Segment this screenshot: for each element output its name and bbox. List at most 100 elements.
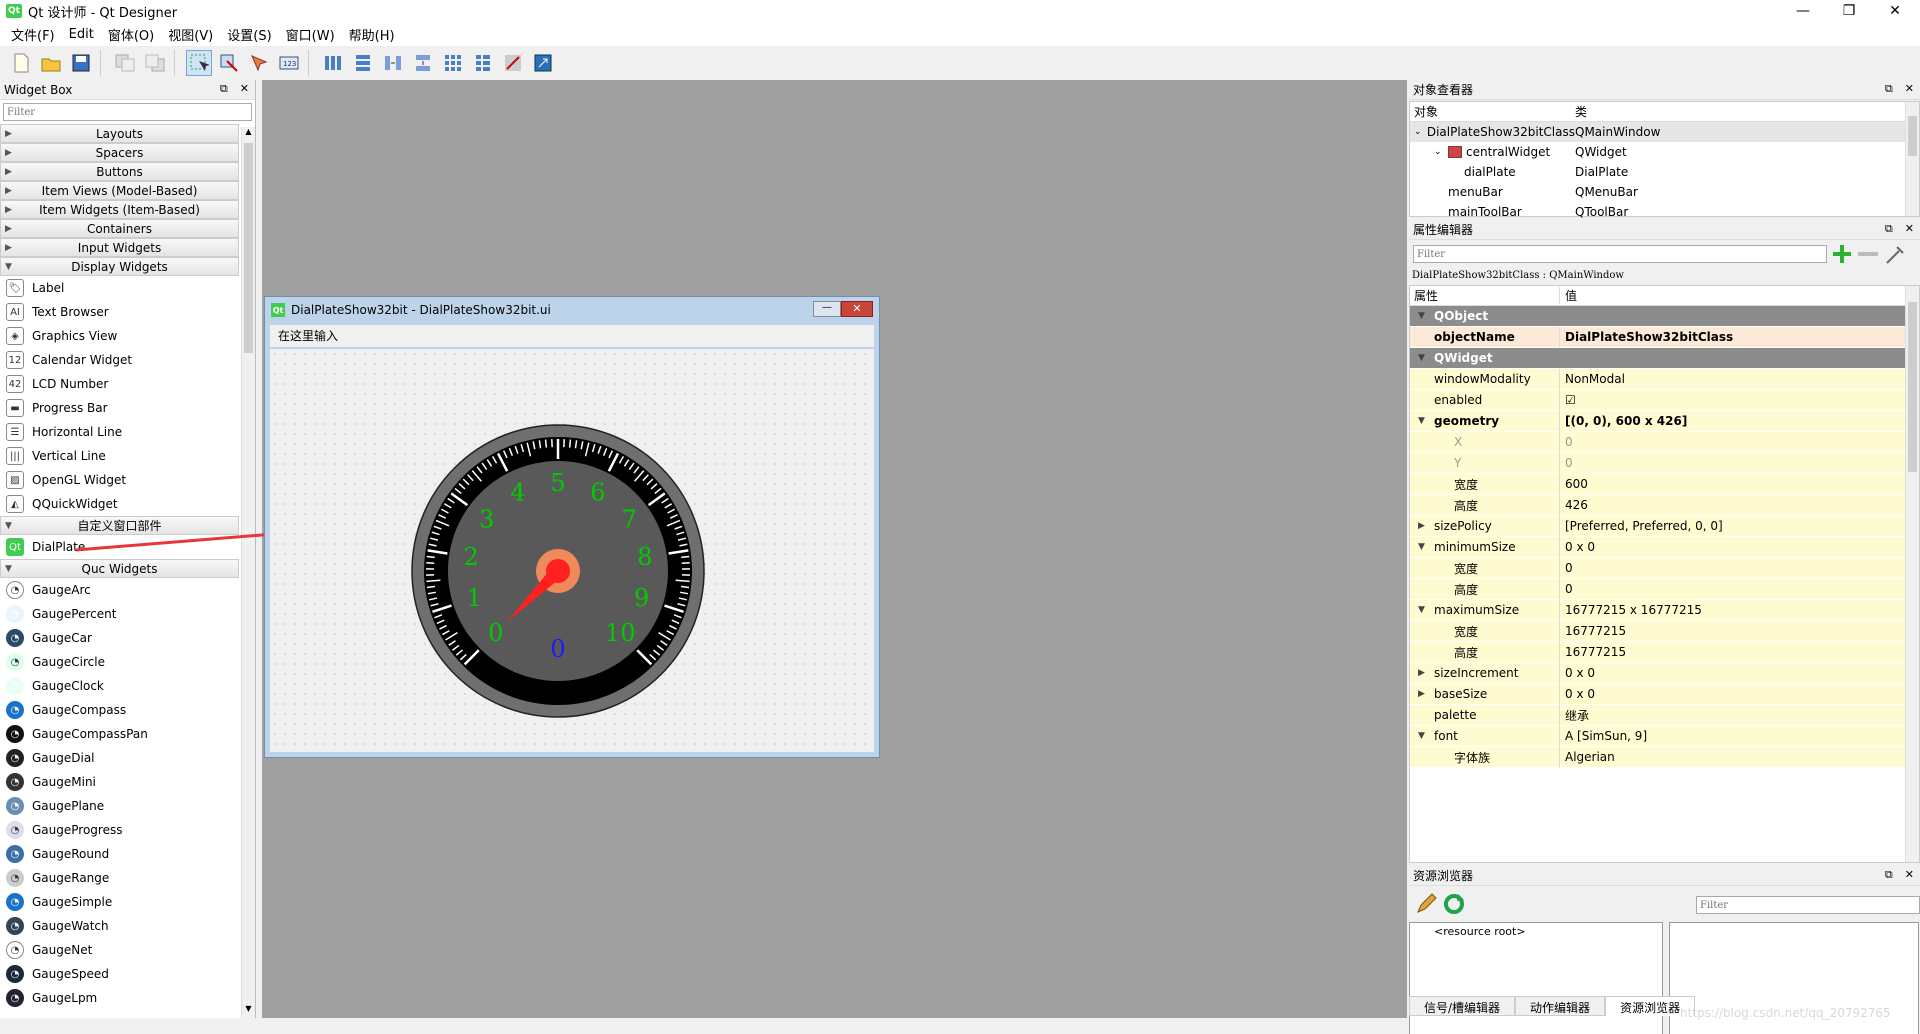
property-row[interactable]: 高度 426: [1410, 494, 1905, 516]
property-row[interactable]: ▶ sizePolicy [Preferred, Preferred, 0, 0]: [1410, 515, 1905, 537]
category-header[interactable]: ▶ Layouts: [0, 124, 239, 143]
widget-item[interactable]: 12 Calendar Widget: [0, 348, 239, 372]
property-row[interactable]: ▼ geometry [(0, 0), 600 x 426]: [1410, 410, 1905, 432]
widget-item[interactable]: ◔ GaugeArc: [0, 578, 239, 602]
widget-item[interactable]: ◔ GaugeCar: [0, 626, 239, 650]
property-value[interactable]: ☑: [1560, 390, 1905, 411]
edit-buddies-icon[interactable]: [246, 50, 272, 76]
menu-settings[interactable]: 设置(S): [220, 25, 278, 44]
form-canvas[interactable]: 0 1 2 3 4 5 6 7 8 9 10 0: [270, 349, 874, 752]
restore-button[interactable]: ❐: [1826, 0, 1872, 22]
object-row[interactable]: ⌄ centralWidget QWidget: [1410, 142, 1919, 162]
resource-tree[interactable]: <resource root>: [1409, 922, 1663, 1034]
menu-edit[interactable]: Edit: [62, 27, 101, 42]
category-header[interactable]: ▶ Input Widgets: [0, 238, 239, 257]
tab-action-editor[interactable]: 动作编辑器: [1515, 996, 1606, 1016]
property-value[interactable]: 继承: [1560, 705, 1905, 726]
property-value[interactable]: DialPlateShow32bitClass: [1560, 327, 1905, 348]
scroll-up-icon[interactable]: ▲: [242, 127, 255, 141]
widget-item[interactable]: 🏷 Label: [0, 276, 239, 300]
widget-item[interactable]: ◔ GaugeRound: [0, 842, 239, 866]
widget-item[interactable]: ◔ GaugeCompassPan: [0, 722, 239, 746]
category-header[interactable]: ▶ Spacers: [0, 143, 239, 162]
property-row[interactable]: windowModality NonModal: [1410, 368, 1905, 390]
form-close-button[interactable]: ✕: [841, 301, 873, 317]
resource-filter-input[interactable]: [1696, 896, 1920, 914]
close-panel-icon[interactable]: ✕: [1905, 82, 1914, 96]
property-row[interactable]: palette 继承: [1410, 704, 1905, 726]
menu-window[interactable]: 窗口(W): [279, 25, 342, 44]
property-row[interactable]: Y0: [1410, 452, 1905, 474]
property-value[interactable]: Algerian: [1560, 747, 1905, 768]
property-row[interactable]: 高度 16777215: [1410, 641, 1905, 663]
menu-file[interactable]: 文件(F): [4, 25, 62, 44]
layout-horizontal-splitter-icon[interactable]: [380, 50, 406, 76]
property-row[interactable]: 宽度 16777215: [1410, 620, 1905, 642]
widget-item[interactable]: ◈ Graphics View: [0, 324, 239, 348]
scroll-down-icon[interactable]: ▼: [242, 1004, 255, 1018]
widget-item[interactable]: ◔ GaugeProgress: [0, 818, 239, 842]
minimize-button[interactable]: —: [1780, 0, 1826, 22]
object-row[interactable]: menuBar QMenuBar: [1410, 182, 1919, 202]
float-icon[interactable]: ⧉: [1885, 222, 1893, 236]
property-value[interactable]: 0 x 0: [1560, 684, 1905, 705]
layout-grid-icon[interactable]: [440, 50, 466, 76]
add-dynamic-property-icon[interactable]: [1831, 243, 1853, 265]
widget-item[interactable]: ◭ QQuickWidget: [0, 492, 239, 516]
widget-item[interactable]: ◔ GaugeWatch: [0, 914, 239, 938]
adjust-size-icon[interactable]: [530, 50, 556, 76]
float-icon[interactable]: ⧉: [1885, 868, 1893, 882]
close-button[interactable]: ✕: [1872, 0, 1918, 22]
property-group[interactable]: ▼ QObject: [1410, 306, 1905, 327]
form-minimize-button[interactable]: —: [813, 301, 841, 317]
edit-resources-icon[interactable]: [1415, 893, 1437, 915]
close-panel-icon[interactable]: ✕: [240, 82, 249, 96]
widget-item[interactable]: ◔ GaugePercent: [0, 602, 239, 626]
widget-filter-input[interactable]: [3, 103, 252, 121]
widget-box-scrollbar[interactable]: ▲ ▼: [241, 127, 255, 1018]
object-row[interactable]: mainToolBar QToolBar: [1410, 202, 1919, 222]
property-row[interactable]: ▼ font A [SimSun, 9]: [1410, 725, 1905, 747]
configure-tool-icon[interactable]: [1883, 243, 1907, 265]
close-panel-icon[interactable]: ✕: [1905, 222, 1914, 236]
widget-item[interactable]: ||| Vertical Line: [0, 444, 239, 468]
property-row[interactable]: ▶ baseSize 0 x 0: [1410, 683, 1905, 705]
save-file-icon[interactable]: [68, 50, 94, 76]
widget-item[interactable]: ◔ GaugeMini: [0, 770, 239, 794]
dialplate-widget[interactable]: 01234 5 6789100: [270, 349, 874, 752]
edit-widgets-icon[interactable]: [186, 50, 212, 76]
property-group[interactable]: ▼ QWidget: [1410, 348, 1905, 369]
property-row[interactable]: 宽度 0: [1410, 557, 1905, 579]
property-row[interactable]: ▶ sizeIncrement 0 x 0: [1410, 662, 1905, 684]
property-row[interactable]: objectName DialPlateShow32bitClass: [1410, 326, 1905, 348]
reload-icon[interactable]: [1443, 893, 1465, 915]
category-header[interactable]: ▶ Containers: [0, 219, 239, 238]
category-header[interactable]: ▼ Quc Widgets: [0, 559, 239, 578]
category-header[interactable]: ▶ Buttons: [0, 162, 239, 181]
property-value[interactable]: 16777215: [1560, 621, 1905, 642]
property-value[interactable]: [Preferred, Preferred, 0, 0]: [1560, 516, 1905, 537]
property-value[interactable]: 0 x 0: [1560, 537, 1905, 558]
property-value[interactable]: A [SimSun, 9]: [1560, 726, 1905, 747]
layout-vertical-splitter-icon[interactable]: [410, 50, 436, 76]
category-header[interactable]: ▶ Item Views (Model-Based): [0, 181, 239, 200]
property-value[interactable]: 0: [1560, 453, 1905, 474]
property-value[interactable]: 0: [1560, 579, 1905, 600]
property-value[interactable]: 0: [1560, 558, 1905, 579]
property-value[interactable]: 16777215 x 16777215: [1560, 600, 1905, 621]
property-row[interactable]: enabled ☑: [1410, 389, 1905, 411]
widget-item[interactable]: ◔ GaugeRange: [0, 866, 239, 890]
property-row[interactable]: 宽度 600: [1410, 473, 1905, 495]
object-row[interactable]: dialPlate DialPlate: [1410, 162, 1919, 182]
property-value[interactable]: NonModal: [1560, 369, 1905, 390]
widget-item[interactable]: ◔ GaugeCompass: [0, 698, 239, 722]
property-row[interactable]: ▼ minimumSize 0 x 0: [1410, 536, 1905, 558]
property-scrollbar[interactable]: [1905, 286, 1919, 862]
object-scrollbar[interactable]: [1905, 102, 1919, 216]
resource-root-item[interactable]: <resource root>: [1410, 923, 1662, 938]
close-panel-icon[interactable]: ✕: [1905, 868, 1914, 882]
widget-item[interactable]: ◔ GaugeDial: [0, 746, 239, 770]
property-row[interactable]: 字体族 Algerian: [1410, 746, 1905, 768]
layout-vertical-icon[interactable]: [350, 50, 376, 76]
menu-form[interactable]: 窗体(O): [101, 25, 161, 44]
